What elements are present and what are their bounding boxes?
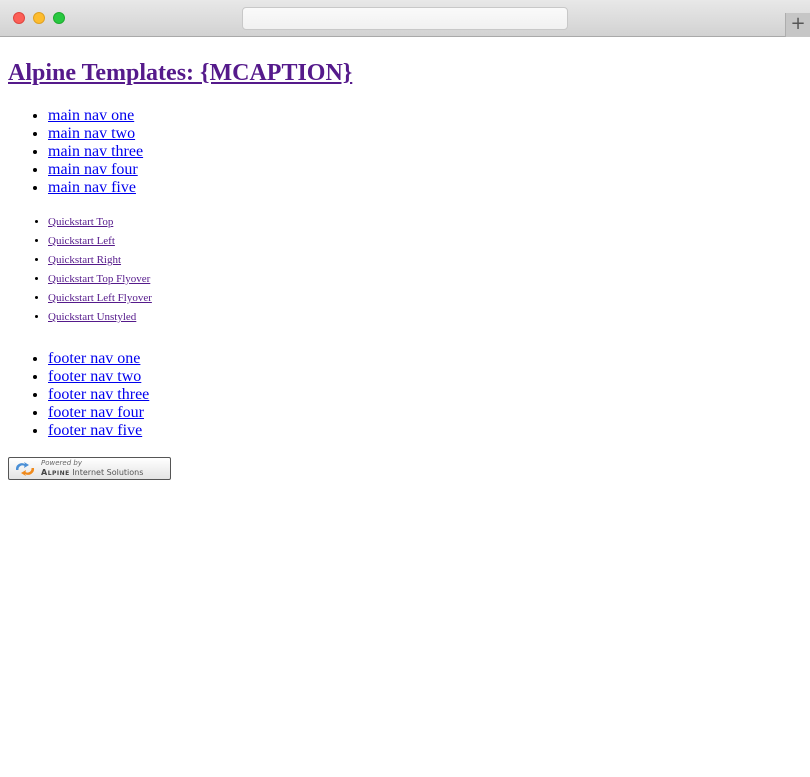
close-window-button[interactable] [13,12,25,24]
main-nav: main nav one main nav two main nav three… [8,107,810,197]
footer-nav-item: footer nav three [48,386,810,404]
footer-nav-link-five[interactable]: footer nav five [48,422,142,439]
main-nav-item: main nav four [48,161,810,179]
quickstart-right-link[interactable]: Quickstart Right [48,254,121,266]
powered-by-badge[interactable]: Powered by Alpine Internet Solutions [8,457,171,480]
main-nav-item: main nav five [48,179,810,197]
main-nav-item: main nav three [48,143,810,161]
footer-nav-item: footer nav two [48,368,810,386]
quickstart-item: Quickstart Unstyled [48,308,810,327]
quickstart-item: Quickstart Top Flyover [48,270,810,289]
brand-name: Alpine [41,468,70,477]
footer-nav-link-three[interactable]: footer nav three [48,386,149,403]
new-tab-button[interactable]: + [785,13,810,37]
main-nav-link-three[interactable]: main nav three [48,143,143,160]
powered-by-text: Powered by [41,459,82,467]
quickstart-unstyled-link[interactable]: Quickstart Unstyled [48,311,136,323]
company-suffix: Internet Solutions [72,468,144,477]
quickstart-item: Quickstart Right [48,251,810,270]
main-nav-link-five[interactable]: main nav five [48,179,136,196]
main-nav-link-two[interactable]: main nav two [48,125,135,142]
quickstart-item: Quickstart Left [48,232,810,251]
plus-icon: + [790,13,806,34]
footer-nav: footer nav one footer nav two footer nav… [8,350,810,440]
quickstart-nav: Quickstart Top Quickstart Left Quickstar… [8,213,810,327]
page-content: Alpine Templates: {MCAPTION} main nav on… [8,38,810,480]
quickstart-top-link[interactable]: Quickstart Top [48,216,113,228]
browser-titlebar: + [0,0,810,37]
main-nav-link-one[interactable]: main nav one [48,107,134,124]
maximize-window-button[interactable] [53,12,65,24]
page-title-link[interactable]: Alpine Templates: {MCAPTION} [8,60,352,86]
footer-nav-link-four[interactable]: footer nav four [48,404,144,421]
footer-nav-link-two[interactable]: footer nav two [48,368,141,385]
alpine-logo-icon [15,462,35,476]
footer-nav-item: footer nav five [48,422,810,440]
quickstart-item: Quickstart Left Flyover [48,289,810,308]
footer-nav-link-one[interactable]: footer nav one [48,350,140,367]
footer-nav-item: footer nav one [48,350,810,368]
quickstart-left-link[interactable]: Quickstart Left [48,235,115,247]
main-nav-item: main nav one [48,107,810,125]
address-bar[interactable] [242,7,568,30]
quickstart-left-flyover-link[interactable]: Quickstart Left Flyover [48,292,152,304]
quickstart-top-flyover-link[interactable]: Quickstart Top Flyover [48,273,150,285]
company-name: Alpine Internet Solutions [41,468,143,478]
footer-nav-item: footer nav four [48,404,810,422]
main-nav-item: main nav two [48,125,810,143]
main-nav-link-four[interactable]: main nav four [48,161,138,178]
quickstart-item: Quickstart Top [48,213,810,232]
minimize-window-button[interactable] [33,12,45,24]
page-title: Alpine Templates: {MCAPTION} [8,59,810,87]
